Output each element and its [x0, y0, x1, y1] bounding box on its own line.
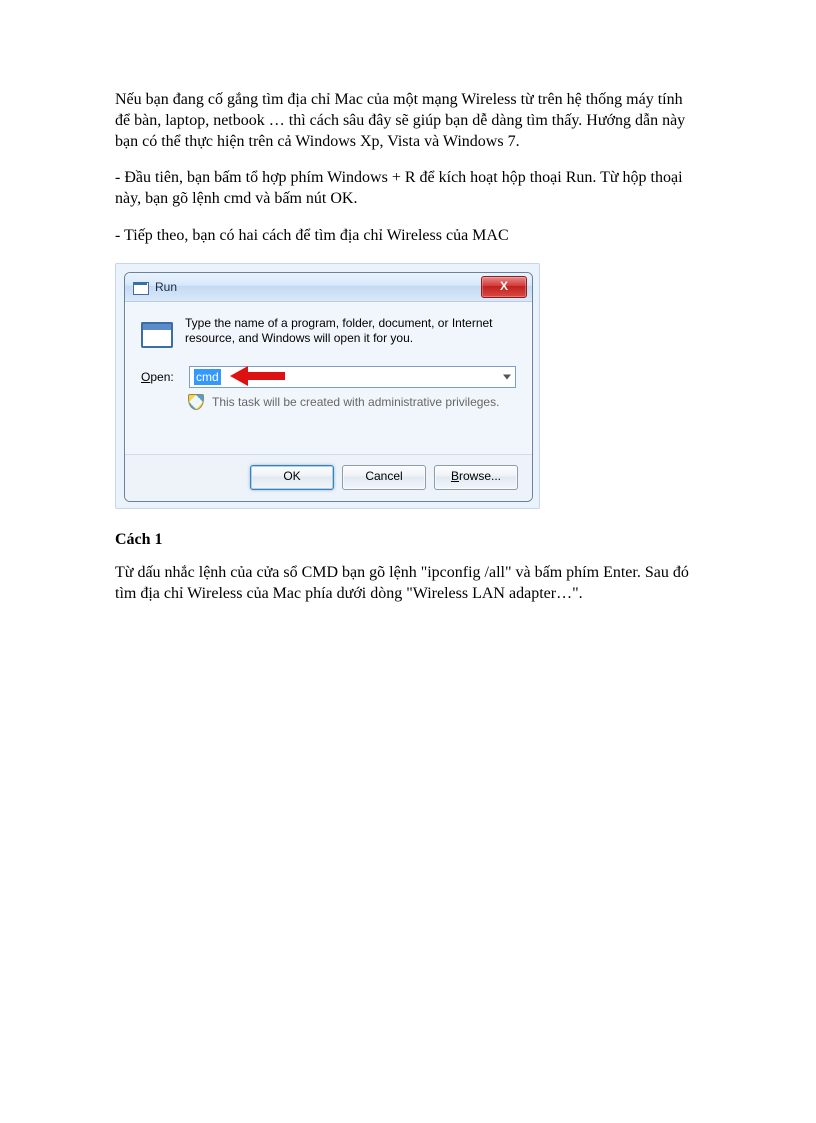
shield-icon	[188, 394, 204, 410]
window-title: Run	[155, 280, 177, 294]
method1-paragraph: Từ dấu nhắc lệnh của cửa sổ CMD bạn gõ l…	[115, 563, 701, 605]
method1-heading: Cách 1	[115, 531, 701, 549]
run-icon-large	[141, 316, 173, 348]
open-input[interactable]: cmd	[189, 366, 516, 388]
step2-paragraph: - Tiếp theo, bạn có hai cách để tìm địa …	[115, 226, 701, 247]
open-label: Open:	[141, 370, 179, 384]
admin-privileges-text: This task will be created with administr…	[212, 395, 499, 409]
close-button[interactable]: X	[481, 276, 527, 298]
step1-paragraph: - Đầu tiên, bạn bấm tổ hợp phím Windows …	[115, 168, 701, 210]
button-bar: OK Cancel Browse...	[125, 454, 532, 501]
titlebar: Run X	[125, 273, 532, 302]
cancel-button[interactable]: Cancel	[342, 465, 426, 490]
open-input-value: cmd	[194, 369, 221, 385]
intro-paragraph: Nếu bạn đang cố gắng tìm địa chỉ Mac của…	[115, 90, 701, 152]
run-dialog-screenshot: Run X Type the name of a program, folder…	[115, 263, 540, 509]
chevron-down-icon[interactable]	[503, 374, 511, 379]
ok-button[interactable]: OK	[250, 465, 334, 490]
run-icon	[133, 279, 149, 295]
run-description: Type the name of a program, folder, docu…	[185, 316, 516, 347]
run-dialog: Run X Type the name of a program, folder…	[124, 272, 533, 502]
browse-button[interactable]: Browse...	[434, 465, 518, 490]
